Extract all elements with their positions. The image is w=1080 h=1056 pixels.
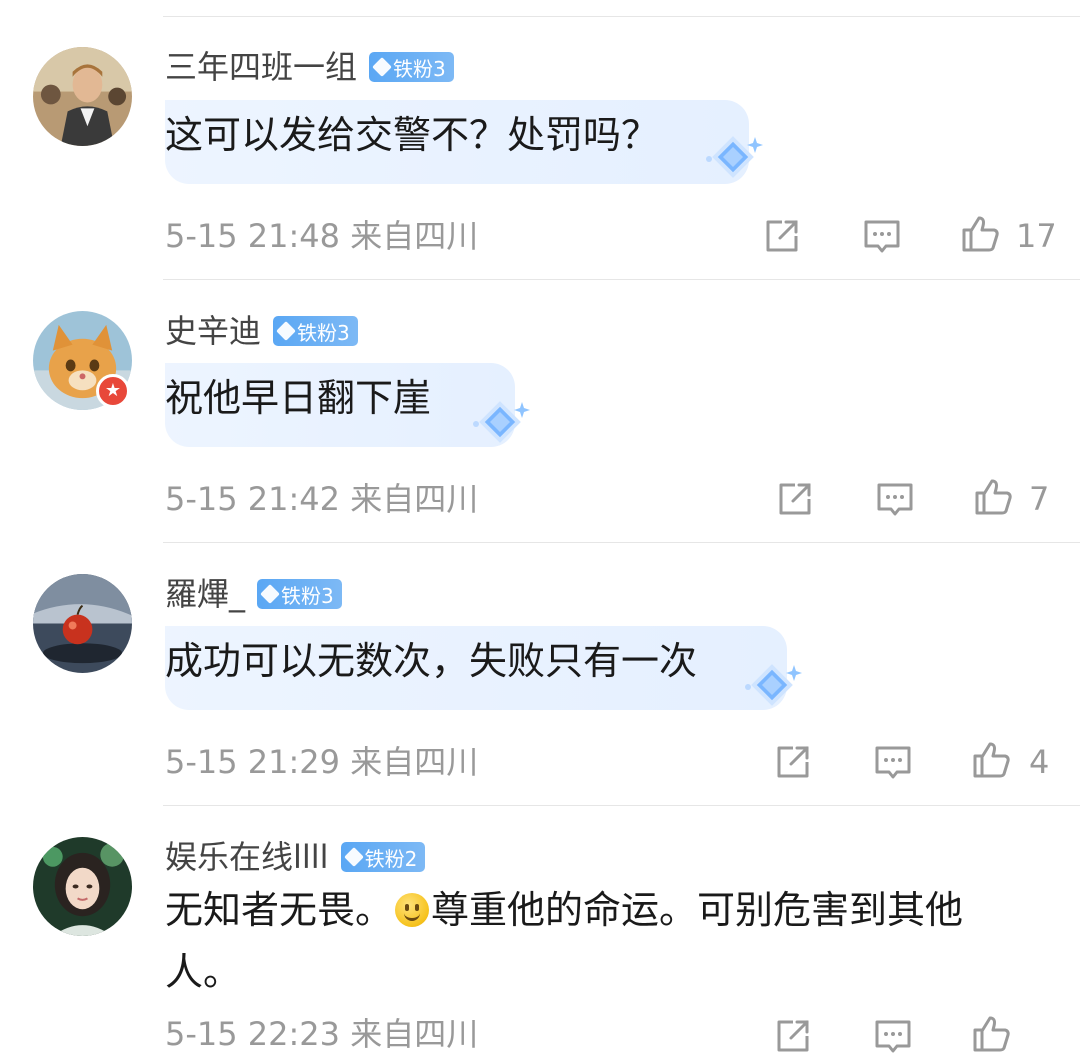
fan-badge[interactable]: 铁粉3	[369, 52, 454, 82]
comment-time: 5-15 21:29 来自四川	[165, 743, 479, 781]
avatar[interactable]	[33, 47, 132, 146]
reply-button[interactable]	[873, 1016, 913, 1056]
username[interactable]: 三年四班一组	[165, 47, 357, 87]
fan-badge[interactable]: 铁粉2	[340, 842, 426, 872]
avatar-man-photo-icon	[33, 47, 132, 146]
smile-emoji-icon	[395, 893, 430, 927]
diamond-icon	[276, 321, 296, 341]
fan-badge[interactable]: 铁粉3	[273, 316, 358, 346]
thumbs-up-icon	[973, 1016, 1010, 1052]
comment-icon	[877, 483, 913, 516]
comment-icon	[875, 746, 911, 779]
comment-text[interactable]: 成功可以无数次，失败只有一次	[165, 636, 697, 686]
share-button[interactable]	[762, 216, 802, 256]
avatar-woman-photo-icon	[33, 837, 132, 936]
share-button[interactable]	[773, 1016, 813, 1056]
share-button[interactable]	[773, 742, 813, 782]
thumbs-up-icon	[975, 479, 1012, 515]
avatar[interactable]	[33, 837, 132, 936]
like-count: 4	[1029, 743, 1050, 781]
share-icon	[777, 1020, 809, 1052]
share-icon	[766, 220, 798, 252]
fan-badge-label: 铁粉3	[281, 583, 334, 608]
comment-text[interactable]: 无知者无畏。 尊重他的命运。可别危害到其他人。	[165, 879, 1025, 1003]
diamond-icon	[260, 584, 280, 604]
diamond-decoration-icon	[706, 136, 763, 178]
divider	[163, 805, 1080, 806]
comment-location: 来自四川	[350, 1015, 479, 1053]
username[interactable]: 羅熚_	[165, 574, 245, 614]
comment-location: 来自四川	[350, 480, 479, 518]
diamond-icon	[343, 847, 364, 867]
like-count: 17	[1016, 217, 1057, 255]
share-button[interactable]	[775, 479, 815, 519]
thumbs-up-icon	[962, 216, 999, 252]
comment-text[interactable]: 这可以发给交警不？处罚吗？	[165, 110, 659, 160]
reply-button[interactable]	[875, 479, 915, 519]
share-icon	[779, 483, 811, 515]
reply-button[interactable]	[862, 216, 902, 256]
divider	[163, 279, 1080, 280]
comment-icon	[875, 1020, 911, 1053]
avatar[interactable]	[33, 574, 132, 673]
fan-badge[interactable]: 铁粉3	[257, 579, 342, 609]
like-button[interactable]	[960, 214, 1000, 254]
divider	[163, 16, 1080, 17]
avatar-apple-photo-icon	[33, 574, 132, 673]
like-button[interactable]	[971, 740, 1011, 780]
comment-time: 5-15 22:23 来自四川	[165, 1015, 479, 1053]
like-button[interactable]	[973, 477, 1013, 517]
comment-time: 5-15 21:48 来自四川	[165, 217, 479, 255]
fan-badge-label: 铁粉3	[297, 320, 350, 345]
username[interactable]: 娱乐在线llll	[165, 837, 329, 877]
reply-button[interactable]	[873, 742, 913, 782]
diamond-decoration-icon	[745, 664, 802, 706]
thumbs-up-icon	[973, 742, 1010, 778]
fan-badge-label: 铁粉3	[393, 56, 446, 81]
comment-icon	[864, 220, 900, 253]
like-count: 7	[1029, 480, 1050, 518]
username[interactable]: 史辛迪	[165, 311, 261, 351]
like-button[interactable]	[971, 1014, 1011, 1054]
comment-text[interactable]: 祝他早日翻下崖	[165, 373, 431, 423]
diamond-decoration-icon	[473, 401, 530, 443]
verified-badge-icon: ★	[96, 374, 130, 408]
fan-badge-label: 铁粉2	[364, 846, 418, 871]
comment-time: 5-15 21:42 来自四川	[165, 480, 479, 518]
divider	[163, 542, 1080, 543]
comment-location: 来自四川	[350, 743, 479, 781]
comment-location: 来自四川	[350, 217, 479, 255]
share-icon	[777, 746, 809, 778]
diamond-icon	[372, 57, 392, 77]
